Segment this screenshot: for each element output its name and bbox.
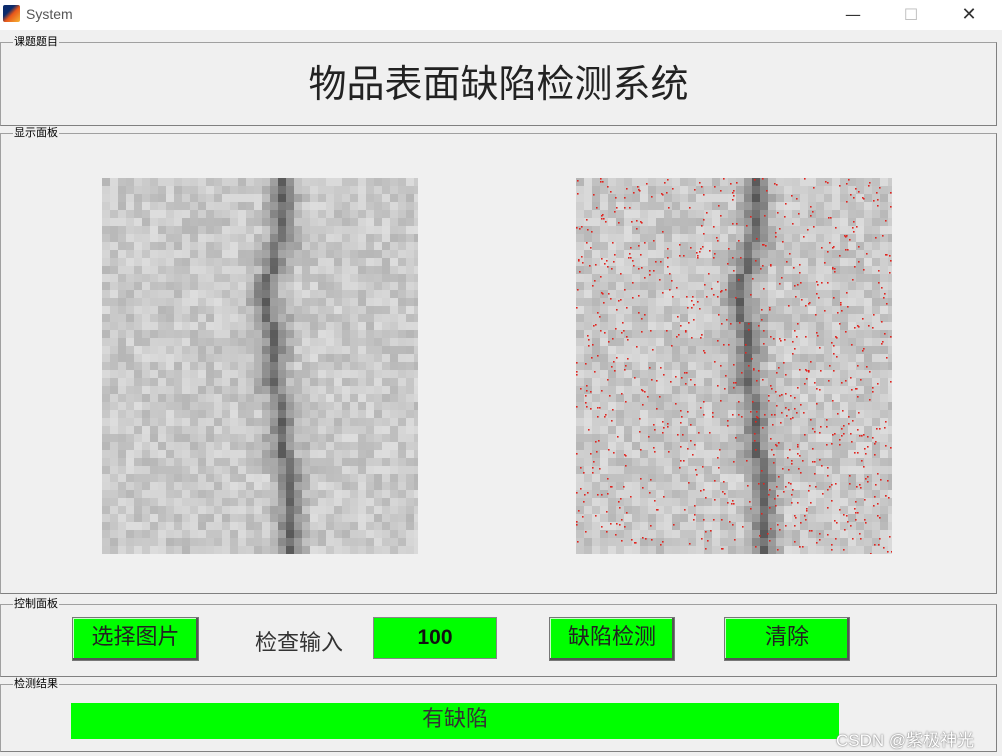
display-panel-label: 显示面板 xyxy=(1,126,59,140)
page-title: 物品表面缺陷检测系统 xyxy=(308,62,689,106)
control-panel-label: 控制面板 xyxy=(1,597,59,611)
minimize-button[interactable]: — xyxy=(824,0,882,30)
select-image-button[interactable]: 选择图片 xyxy=(72,617,199,661)
title-panel-label: 课题题目 xyxy=(1,35,59,49)
original-image xyxy=(102,178,418,554)
title-panel: 课题题目 物品表面缺陷检测系统 xyxy=(0,35,997,126)
close-button[interactable]: ✕ xyxy=(940,0,998,30)
result-panel-label: 检测结果 xyxy=(1,677,59,691)
clear-button[interactable]: 清除 xyxy=(724,617,850,661)
maximize-button[interactable]: ☐ xyxy=(882,0,940,30)
check-input-field[interactable]: 100 xyxy=(373,617,497,659)
check-input-label: 检查输入 xyxy=(255,631,344,656)
watermark: CSDN @紫极神光 xyxy=(836,731,975,750)
detection-result-image xyxy=(576,178,892,554)
window-title: System xyxy=(26,6,73,22)
control-panel: 控制面板 选择图片 检查输入 100 缺陷检测 清除 xyxy=(0,597,997,677)
window-titlebar: System — ☐ ✕ xyxy=(0,0,1002,30)
matlab-app-icon xyxy=(3,5,20,22)
display-panel: 显示面板 xyxy=(0,126,997,594)
defect-detect-button[interactable]: 缺陷检测 xyxy=(549,617,675,661)
result-text: 有缺陷 xyxy=(71,703,839,739)
